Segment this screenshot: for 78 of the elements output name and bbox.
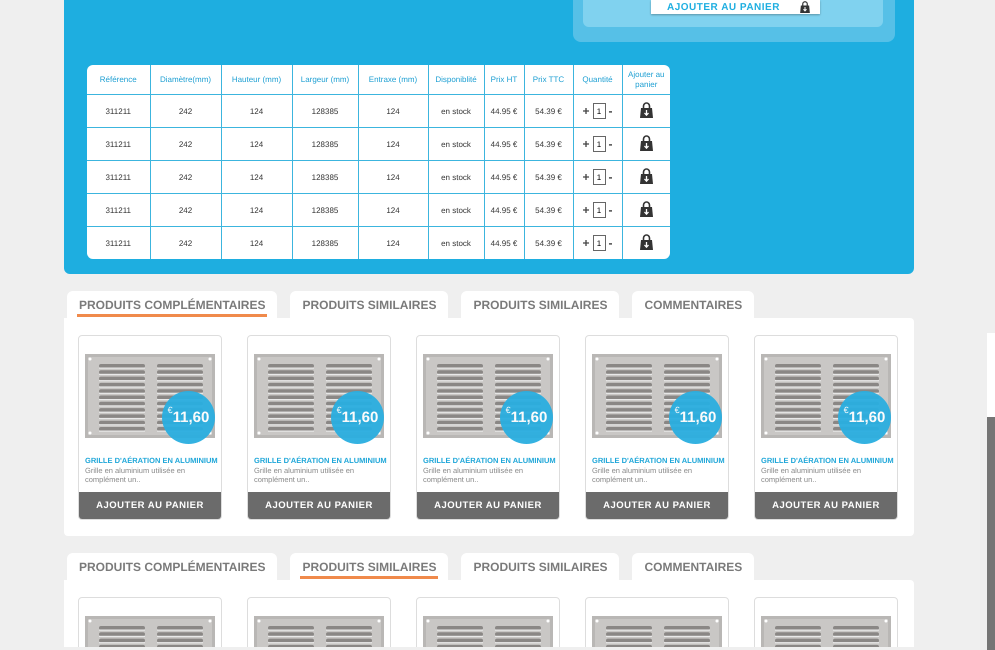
table-cell: 128385 — [292, 94, 358, 128]
increase-button[interactable]: + — [582, 137, 590, 151]
column-header: Entraxe (mm) — [358, 65, 428, 94]
table-cell: 124 — [221, 128, 292, 160]
column-header: Hauteur (mm) — [221, 65, 292, 94]
decrease-button[interactable]: - — [608, 203, 612, 217]
table-cell: en stock — [428, 94, 484, 128]
quantity-field[interactable]: 1 — [592, 103, 606, 119]
shopping-bag-icon[interactable] — [640, 234, 653, 250]
add-to-cart-button[interactable]: AJOUTER AU PANIER — [417, 492, 559, 519]
table-cell: 44.95 € — [484, 128, 524, 160]
table-cell: 311211 — [87, 128, 150, 160]
table-cell: 242 — [150, 94, 221, 128]
table-cell: en stock — [428, 194, 484, 226]
table-cell: 124 — [358, 128, 428, 160]
column-header: Référence — [87, 65, 150, 94]
column-header: Disponiblité — [428, 65, 484, 94]
scrollbar[interactable] — [987, 333, 995, 650]
table-cell: 311211 — [87, 94, 150, 128]
increase-button[interactable]: + — [582, 236, 590, 250]
quantity-field[interactable]: 1 — [592, 202, 606, 218]
tab[interactable]: PRODUITS SIMILAIRES — [461, 291, 620, 318]
tab[interactable]: PRODUITS COMPLÉMENTAIRES — [67, 291, 278, 318]
tab[interactable]: COMMENTAIRES — [632, 553, 754, 580]
tab[interactable]: PRODUITS SIMILAIRES — [290, 291, 448, 318]
table-cell: 242 — [150, 194, 221, 226]
tab[interactable]: PRODUITS COMPLÉMENTAIRES — [67, 553, 278, 580]
decrease-button[interactable]: - — [608, 170, 612, 184]
table-cell: 124 — [221, 160, 292, 194]
column-header: Ajouter au panier — [622, 65, 670, 94]
table-cell: 54.39 € — [524, 194, 573, 226]
table-cell: 124 — [221, 94, 292, 128]
shopping-bag-icon[interactable] — [640, 168, 653, 184]
tab[interactable]: COMMENTAIRES — [632, 291, 754, 318]
table-cell: 311211 — [87, 226, 150, 259]
table-cell: 124 — [221, 194, 292, 226]
table-cell: 124 — [358, 160, 428, 194]
table-cell: en stock — [428, 160, 484, 194]
table-cell: 54.39 € — [524, 128, 573, 160]
table-cell: 128385 — [292, 160, 358, 194]
shopping-bag-icon[interactable] — [640, 201, 653, 217]
shopping-bag-icon[interactable] — [640, 135, 653, 151]
table-cell: 242 — [150, 160, 221, 194]
increase-button[interactable]: + — [582, 203, 590, 217]
table-cell: 128385 — [292, 128, 358, 160]
table-cell: 124 — [358, 194, 428, 226]
shopping-bag-icon[interactable] — [640, 102, 653, 118]
table-cell: en stock — [428, 128, 484, 160]
quantity-field[interactable]: 1 — [592, 136, 606, 152]
table-cell: 311211 — [87, 194, 150, 226]
add-to-cart-button[interactable]: AJOUTER AU PANIER — [248, 492, 390, 519]
table-cell: 54.39 € — [524, 94, 573, 128]
table-cell: 54.39 € — [524, 160, 573, 194]
column-header: Largeur (mm) — [292, 65, 358, 94]
table-cell: 44.95 € — [484, 160, 524, 194]
add-to-cart-button[interactable]: AJOUTER AU PANIER — [586, 492, 728, 519]
increase-button[interactable]: + — [582, 104, 590, 118]
tab[interactable]: PRODUITS SIMILAIRES — [461, 553, 620, 580]
decrease-button[interactable]: - — [608, 236, 612, 250]
shopping-bag-icon[interactable] — [800, 1, 810, 13]
quantity-field[interactable]: 1 — [592, 169, 606, 185]
decrease-button[interactable]: - — [608, 137, 612, 151]
table-cell: 44.95 € — [484, 94, 524, 128]
column-header: Quantité — [573, 65, 622, 94]
table-cell: 311211 — [87, 160, 150, 194]
decrease-button[interactable]: - — [608, 104, 612, 118]
column-header: Prix HT — [484, 65, 524, 94]
quantity-field[interactable]: 1 — [592, 235, 606, 251]
add-to-cart-button[interactable]: AJOUTER AU PANIER — [755, 492, 897, 519]
increase-button[interactable]: + — [582, 170, 590, 184]
table-cell: 128385 — [292, 194, 358, 226]
column-header: Diamètre(mm) — [150, 65, 221, 94]
tab[interactable]: PRODUITS SIMILAIRES — [290, 553, 448, 580]
table-cell: 44.95 € — [484, 194, 524, 226]
add-to-cart-button[interactable]: AJOUTER AU PANIER — [79, 492, 221, 519]
table-cell: 242 — [150, 128, 221, 160]
table-cell: 124 — [358, 94, 428, 128]
column-header: Prix TTC — [524, 65, 573, 94]
